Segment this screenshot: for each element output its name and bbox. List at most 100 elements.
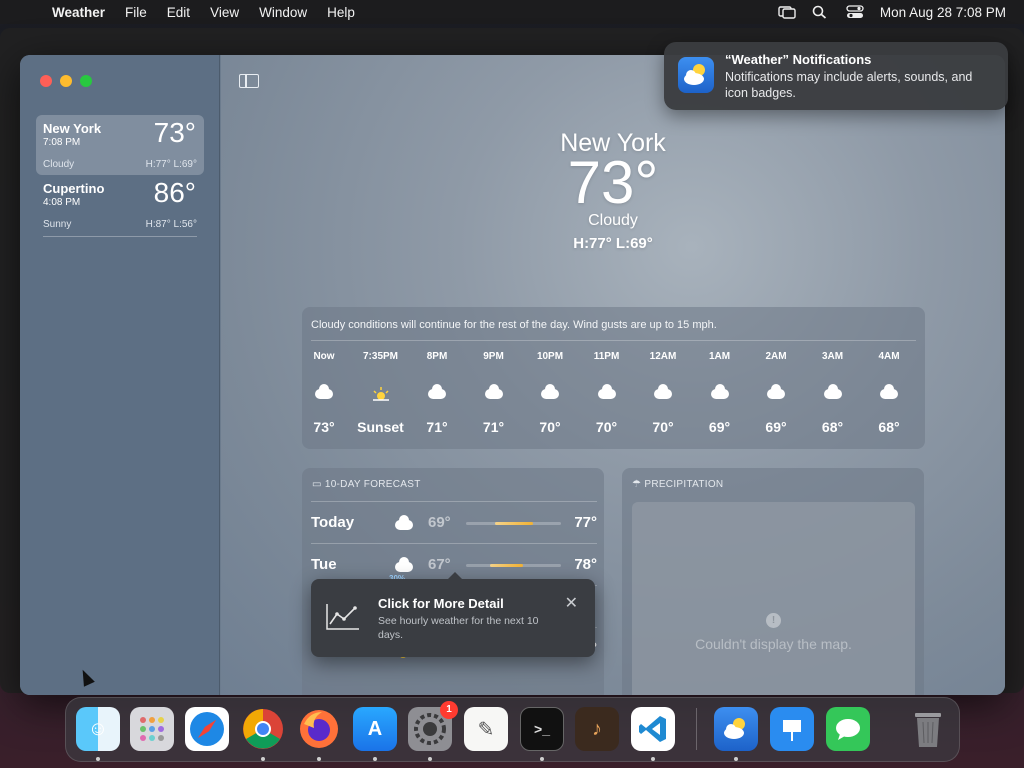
control-center-icon[interactable] [846, 5, 864, 19]
current-condition: Cloudy [588, 212, 638, 229]
menu-app-name[interactable]: Weather [52, 5, 105, 20]
hourly-temp: 71° [426, 419, 448, 435]
garageband-icon[interactable]: ♪ [575, 707, 619, 751]
hourly-temp: 70° [539, 419, 561, 435]
forecast-low: 67° [428, 556, 451, 573]
location-divider [43, 236, 197, 237]
temp-range-bar [466, 522, 561, 525]
hourly-time: 10PM [536, 351, 564, 362]
trash-icon[interactable] [906, 707, 950, 751]
notification-title: “Weather” Notifications [725, 52, 872, 67]
close-icon[interactable]: ✕ [565, 593, 578, 613]
precipitation-map[interactable]: ! Couldn't display the map. [632, 502, 915, 695]
hourly-item: 7:35PM Sunset [356, 351, 406, 435]
zoom-window-button[interactable] [80, 75, 92, 87]
hourly-item: 11PM 70° [582, 351, 632, 435]
popover-title: Click for More Detail [378, 596, 504, 611]
location-hilo: H:87° L:56° [145, 219, 197, 230]
running-indicator [373, 757, 377, 761]
chrome-icon[interactable] [241, 707, 285, 751]
hourly-item: 12AM 70° [638, 351, 688, 435]
hourly-temp: Sunset [357, 419, 404, 435]
cloud-icon [469, 384, 519, 404]
forecast-day: Today [311, 514, 355, 531]
umbrella-icon: ☂ [632, 479, 645, 490]
hourly-item: 2AM 69° [751, 351, 801, 435]
cloud-icon [864, 384, 914, 404]
hourly-forecast-card[interactable]: Cloudy conditions will continue for the … [302, 307, 925, 449]
menu-help[interactable]: Help [327, 5, 355, 20]
cloud-icon [808, 384, 858, 404]
close-window-button[interactable] [40, 75, 52, 87]
calendar-icon: ▭ [312, 479, 325, 490]
hourly-item: Now 73° [299, 351, 349, 435]
screen-mirroring-icon[interactable] [778, 5, 796, 19]
hourly-temp: 71° [482, 419, 505, 435]
sunset-icon [356, 384, 406, 404]
terminal-icon[interactable]: >_ [520, 707, 564, 751]
menu-bar: Weather File Edit View Window Help Mon A… [0, 0, 1024, 24]
spotlight-search-icon[interactable] [812, 5, 830, 19]
cloud-icon [412, 384, 462, 404]
keynote-icon[interactable] [770, 707, 814, 751]
running-indicator [261, 757, 265, 761]
temp-range-fill [489, 564, 523, 567]
hourly-time: 1AM [708, 351, 731, 362]
location-condition: Cloudy [43, 159, 75, 170]
firefox-icon[interactable] [297, 707, 341, 751]
finder-icon[interactable]: ☺ [76, 707, 120, 751]
hourly-item: 9PM 71° [469, 351, 519, 435]
running-indicator [651, 757, 655, 761]
card-divider [311, 340, 916, 341]
more-detail-popover[interactable]: Click for More Detail See hourly weather… [311, 572, 595, 657]
map-error-message: Couldn't display the map. [695, 636, 852, 652]
cloud-icon [751, 384, 801, 404]
current-hilo: H:77° L:69° [573, 235, 653, 252]
hourly-time: 3AM [821, 351, 844, 362]
menu-window[interactable]: Window [259, 5, 307, 20]
textedit-icon[interactable]: ✎ [464, 707, 508, 751]
popover-description: See hourly weather for the next 10 days. [378, 615, 539, 641]
safari-icon[interactable] [185, 707, 229, 751]
precipitation-card[interactable]: ☂ PRECIPITATION ! Couldn't display the m… [622, 468, 924, 695]
forecast-row[interactable]: Today 69° 77° [311, 501, 597, 543]
precipitation-title-text: PRECIPITATION [644, 479, 724, 490]
forecast-low: 69° [428, 514, 451, 531]
current-temp: 73° [567, 149, 659, 216]
forecast-high: 77° [574, 514, 597, 531]
menu-clock[interactable]: Mon Aug 28 7:08 PM [880, 5, 1006, 20]
hourly-temp: 70° [652, 419, 674, 435]
hourly-item: 10PM 70° [525, 351, 575, 435]
launchpad-icon[interactable] [130, 707, 174, 751]
system-settings-icon[interactable]: 1 [408, 701, 458, 751]
notification-badge: 1 [440, 701, 458, 719]
sidebar-toggle-icon[interactable] [239, 74, 259, 88]
messages-icon[interactable] [826, 707, 870, 751]
dock: ☺ A 1 ✎ >_ ♪ [65, 697, 960, 762]
cloud-icon [638, 384, 688, 404]
hourly-time: 4AM [878, 351, 900, 362]
cloud-icon [395, 557, 413, 572]
location-item-cupertino[interactable]: Cupertino 4:08 PM 86° Sunny H:87° L:56° [36, 175, 204, 237]
notification-banner[interactable]: “Weather” Notifications Notifications ma… [664, 42, 1008, 110]
forecast-title: ▭ 10-DAY FORECAST [312, 479, 421, 490]
hourly-item: 3AM 68° [808, 351, 858, 435]
running-indicator [734, 757, 738, 761]
menu-view[interactable]: View [210, 5, 239, 20]
weather-app-icon [678, 57, 714, 93]
app-store-icon[interactable]: A [353, 707, 397, 751]
running-indicator [317, 757, 321, 761]
hourly-temp: 69° [708, 419, 731, 435]
hourly-summary: Cloudy conditions will continue for the … [311, 319, 717, 331]
cloud-icon [582, 384, 632, 404]
minimize-window-button[interactable] [60, 75, 72, 87]
location-hilo: H:77° L:69° [145, 159, 197, 170]
vscode-icon[interactable] [631, 707, 675, 751]
location-item-new-york[interactable]: New York 7:08 PM 73° Cloudy H:77° L:69° [36, 115, 204, 175]
weather-app-dock-icon[interactable] [714, 707, 758, 751]
menu-file[interactable]: File [125, 5, 147, 20]
menu-edit[interactable]: Edit [167, 5, 190, 20]
hourly-item: 8PM 71° [412, 351, 462, 435]
dock-separator [696, 708, 697, 750]
hourly-temp: 69° [765, 419, 787, 435]
